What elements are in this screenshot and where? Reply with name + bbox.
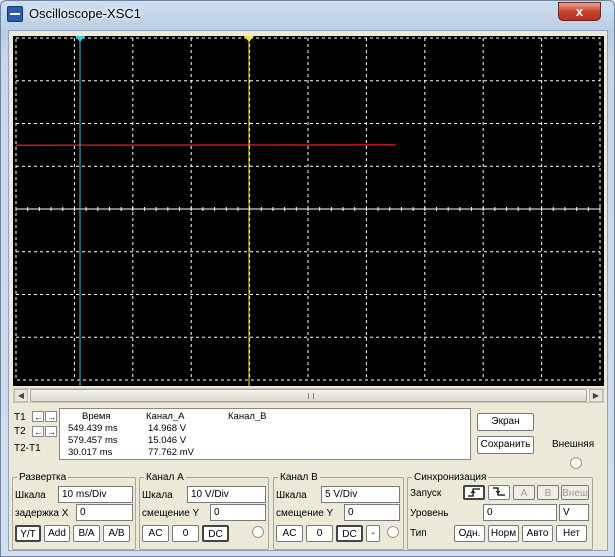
t2-left-arrow-icon[interactable]: ← [32, 426, 44, 437]
channel-b-ypos-field[interactable]: 0 [344, 504, 400, 521]
readout-a-header: Канал_A [146, 411, 185, 422]
readout-time-header: Время [82, 411, 111, 422]
ab-mode-button[interactable]: A/B [103, 525, 130, 542]
channel-b-scale-field[interactable]: 5 V/Div [321, 486, 400, 503]
trigger-auto-button[interactable]: Авто [522, 525, 553, 542]
readout-delta-time: 30.017 ms [68, 447, 113, 458]
horizontal-scrollbar[interactable]: ◀ ▶ [13, 388, 604, 403]
t1-label: T1 [14, 412, 26, 423]
window-title: Oscilloscope-XSC1 [29, 6, 141, 21]
readout-t2-time: 579.457 ms [68, 435, 118, 446]
channel-b-ypos-label: смещение Y [276, 508, 334, 519]
x-position-label: задержка X [15, 508, 69, 519]
readout-t1-time: 549.439 ms [68, 423, 118, 434]
trigger-single-button[interactable]: Одн. [454, 525, 485, 542]
add-mode-button[interactable]: Add [44, 525, 70, 542]
timebase-legend: Развертка [19, 472, 67, 483]
trigger-level-field[interactable]: 0 [483, 504, 557, 521]
channel-b-terminal[interactable] [387, 526, 399, 538]
trigger-source-ext-button[interactable]: Внеш [561, 485, 589, 500]
timebase-scale-label: Шкала [15, 490, 46, 501]
channel-a-ac-button[interactable]: AC [142, 525, 169, 542]
t1-arrows: ← → [32, 411, 58, 423]
channel-a-ypos-label: смещение Y [142, 508, 200, 519]
channel-b-zero-button[interactable]: 0 [306, 525, 333, 542]
trigger-level-label: Уровень [410, 508, 449, 519]
title-bar[interactable]: Oscilloscope-XSC1 x [1, 1, 614, 27]
cursor-t1-marker [75, 36, 85, 42]
channel-b-scale-label: Шкала [276, 490, 307, 501]
readout-delta-a: 77.762 mV [148, 447, 194, 458]
scroll-thumb[interactable] [30, 389, 587, 402]
save-button[interactable]: Сохранить [477, 436, 534, 454]
t1-left-arrow-icon[interactable]: ← [32, 411, 44, 422]
channel-a-terminal[interactable] [252, 526, 264, 538]
scope-display [15, 36, 601, 386]
readout-t2-a: 15.046 V [148, 435, 187, 446]
trigger-legend: Синхронизация [414, 472, 487, 483]
trigger-edge-label: Запуск [410, 488, 442, 499]
scope-screen[interactable] [13, 36, 604, 386]
channel-b-legend: Канал B [280, 472, 318, 483]
cursor-readout: Время Канал_A Канал_B 549.439 ms 14.968 … [59, 408, 471, 460]
oscilloscope-window: Oscilloscope-XSC1 x ◀ ▶ T1 ← → T2 ← → T2-T… [0, 0, 615, 557]
readout-b-header: Канал_B [228, 411, 267, 422]
channel-a-dc-button[interactable]: DC [202, 525, 229, 542]
instrument-panel: ◀ ▶ T1 ← → T2 ← → T2-T1 Время Канал_A Кана… [8, 30, 608, 551]
readout-t1-a: 14.968 V [148, 423, 187, 434]
x-position-field[interactable]: 0 [76, 504, 133, 521]
scroll-right-icon[interactable]: ▶ [589, 389, 603, 402]
falling-edge-button[interactable] [488, 485, 510, 500]
rising-edge-icon [468, 488, 480, 497]
cursor-t2-marker [244, 36, 254, 42]
channel-a-scale-field[interactable]: 10 V/Div [187, 486, 266, 503]
t2t1-label: T2-T1 [14, 443, 41, 454]
oscilloscope-icon [7, 6, 23, 22]
t2-right-arrow-icon[interactable]: → [45, 426, 57, 437]
channel-b-invert-button[interactable]: - [366, 525, 380, 542]
reverse-screen-button[interactable]: Экран [477, 413, 534, 431]
measurement-area: T1 ← → T2 ← → T2-T1 Время Канал_A Канал_B … [14, 408, 471, 468]
trigger-source-a-button[interactable]: A [513, 485, 535, 500]
channel-a-legend: Канал A [146, 472, 184, 483]
external-trigger-label: Внешняя [552, 439, 595, 450]
ba-mode-button[interactable]: B/A [73, 525, 100, 542]
channel-a-scale-label: Шкала [142, 490, 173, 501]
rising-edge-button[interactable] [463, 485, 485, 500]
trigger-normal-button[interactable]: Норм [488, 525, 519, 542]
timebase-scale-field[interactable]: 10 ms/Div [58, 486, 133, 503]
falling-edge-icon [493, 487, 505, 496]
trigger-source-b-button[interactable]: B [537, 485, 559, 500]
channel-a-zero-button[interactable]: 0 [172, 525, 199, 542]
channel-a-ypos-field[interactable]: 0 [210, 504, 266, 521]
t2-label: T2 [14, 426, 26, 437]
trigger-level-unit[interactable]: V [559, 504, 589, 521]
t2-arrows: ← → [32, 426, 58, 438]
scroll-left-icon[interactable]: ◀ [14, 389, 28, 402]
channel-b-ac-button[interactable]: AC [276, 525, 303, 542]
trigger-none-button[interactable]: Нет [556, 525, 587, 542]
t1-right-arrow-icon[interactable]: → [45, 411, 57, 422]
channel-b-dc-button[interactable]: DC [336, 525, 363, 542]
close-button[interactable]: x [558, 2, 601, 21]
grip-icon [308, 393, 314, 399]
yt-mode-button[interactable]: Y/T [15, 525, 41, 542]
trigger-type-label: Тип [410, 528, 427, 539]
external-trigger-terminal[interactable] [570, 457, 582, 469]
